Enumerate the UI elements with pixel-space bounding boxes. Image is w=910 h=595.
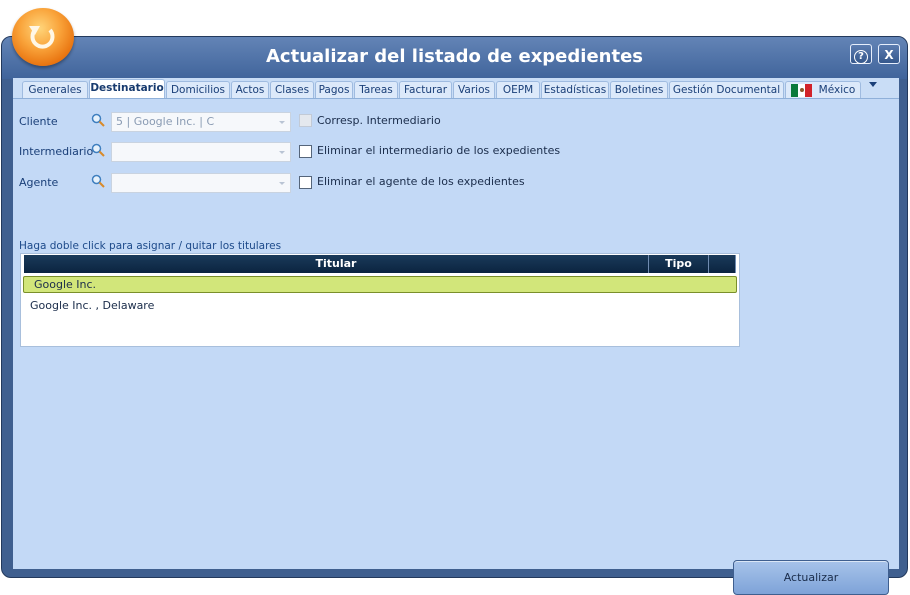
corresp-intermediario-checkbox[interactable] xyxy=(299,114,312,127)
eliminar-intermediario-checkbox[interactable] xyxy=(299,145,312,158)
agente-label: Agente xyxy=(19,176,59,189)
mexico-flag-icon xyxy=(791,83,813,97)
tab-domicilios[interactable]: Domicilios xyxy=(166,81,230,98)
tab-gestion-documental[interactable]: Gestión Documental xyxy=(669,81,784,98)
cliente-value: 5 | Google Inc. | C xyxy=(116,115,215,128)
dialog-window: Actualizar del listado de expedientes ? … xyxy=(1,36,908,595)
help-icon: ? xyxy=(854,50,868,64)
tab-actos[interactable]: Actos xyxy=(231,81,269,98)
cliente-combo[interactable]: 5 | Google Inc. | C xyxy=(111,112,291,132)
column-header-extra[interactable] xyxy=(709,255,736,273)
column-header-tipo[interactable]: Tipo xyxy=(649,255,709,273)
tab-clases[interactable]: Clases xyxy=(270,81,314,98)
actualizar-button[interactable]: Actualizar xyxy=(733,560,889,595)
tab-destinatario[interactable]: Destinatario xyxy=(89,79,165,98)
search-intermediario-icon[interactable] xyxy=(91,143,105,157)
refresh-arrow-icon xyxy=(29,26,55,49)
help-button[interactable]: ? xyxy=(850,44,872,64)
tab-tareas[interactable]: Tareas xyxy=(354,81,398,98)
title-bar: Actualizar del listado de expedientes ? … xyxy=(2,37,907,79)
eliminar-agente-checkbox[interactable] xyxy=(299,176,312,189)
agente-combo[interactable] xyxy=(111,173,291,193)
eliminar-intermediario-label: Eliminar el intermediario de los expedie… xyxy=(317,144,561,157)
tab-oepm[interactable]: OEPM xyxy=(496,81,540,98)
cliente-label: Cliente xyxy=(19,115,58,128)
tabs-overflow-chevron-icon[interactable] xyxy=(869,82,877,87)
titulares-hint: Haga doble click para asignar / quitar l… xyxy=(19,240,282,252)
tab-mexico[interactable]: México xyxy=(785,81,861,98)
tab-generales[interactable]: Generales xyxy=(22,81,88,98)
app-logo xyxy=(12,8,74,66)
tab-mexico-label: México xyxy=(818,84,856,96)
tab-boletines[interactable]: Boletines xyxy=(610,81,668,98)
close-button[interactable]: X xyxy=(878,44,900,64)
intermediario-combo[interactable] xyxy=(111,142,291,162)
search-cliente-icon[interactable] xyxy=(91,113,105,127)
table-row[interactable]: Google Inc. , Delaware xyxy=(30,299,154,312)
tab-pagos[interactable]: Pagos xyxy=(315,81,353,98)
eliminar-agente-label: Eliminar el agente de los expedientes xyxy=(317,175,525,188)
titulares-grid: Titular Tipo Google Inc. Google Inc. , D… xyxy=(20,253,740,347)
search-agente-icon[interactable] xyxy=(91,174,105,188)
column-header-titular[interactable]: Titular xyxy=(24,255,649,273)
tab-facturar[interactable]: Facturar xyxy=(399,81,452,98)
tab-varios[interactable]: Varios xyxy=(453,81,495,98)
intermediario-label: Intermediario xyxy=(19,145,94,158)
tab-estadisticas[interactable]: Estadísticas xyxy=(541,81,609,98)
window-title: Actualizar del listado de expedientes xyxy=(266,46,643,67)
tab-strip: Generales Destinatario Domicilios Actos … xyxy=(13,78,899,99)
table-row-selected[interactable]: Google Inc. xyxy=(23,276,737,293)
destinatario-panel: Cliente 5 | Google Inc. | C Corresp. Int… xyxy=(13,99,899,595)
corresp-intermediario-label: Corresp. Intermediario xyxy=(317,114,441,127)
